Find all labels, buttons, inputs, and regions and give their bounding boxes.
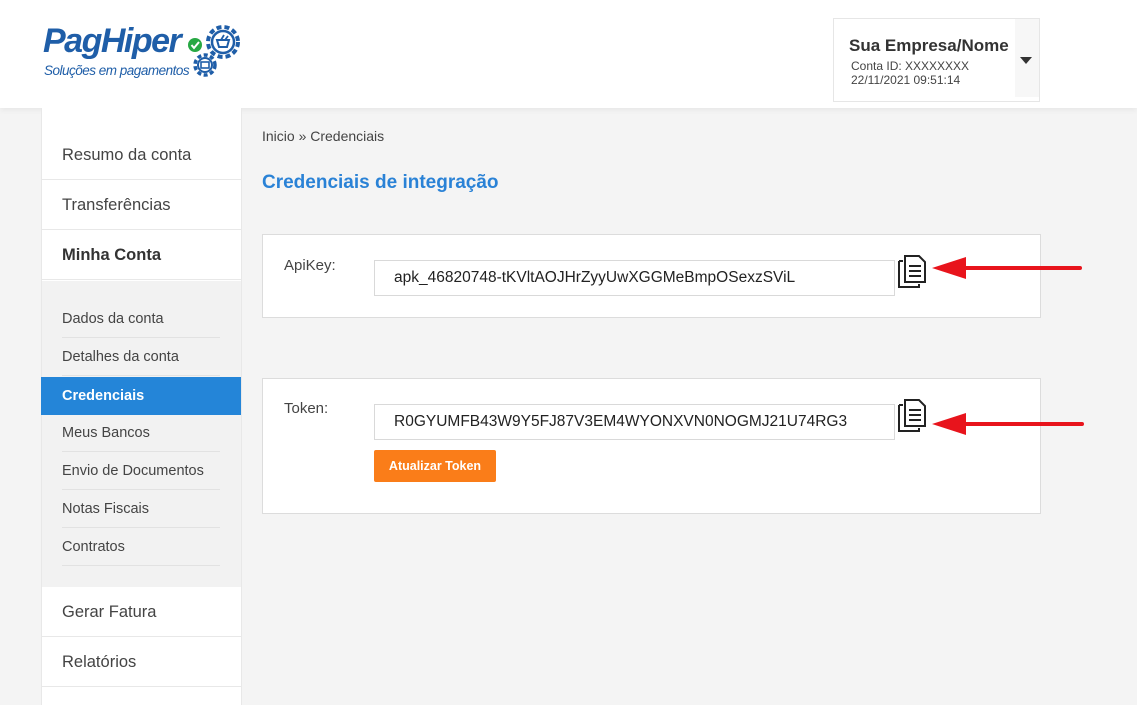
top-header: PagHiper Soluções em pagamentos Sua Empr… bbox=[0, 0, 1137, 108]
breadcrumb: Inicio » Credenciais bbox=[262, 128, 385, 144]
sidebar-subitem-documentos[interactable]: Envio de Documentos bbox=[62, 452, 220, 490]
apikey-card: ApiKey: apk_46820748-tKVltAOJHrZyyUwXGGM… bbox=[262, 234, 1041, 318]
annotation-arrow-icon bbox=[932, 257, 1082, 279]
paghiper-logo[interactable]: PagHiper Soluções em pagamentos bbox=[43, 20, 253, 82]
account-datetime: 22/11/2021 09:51:14 bbox=[851, 73, 961, 87]
token-label: Token: bbox=[284, 400, 329, 417]
sidebar-item-gerar-fatura[interactable]: Gerar Fatura bbox=[42, 587, 241, 637]
update-token-button[interactable]: Atualizar Token bbox=[374, 450, 496, 482]
logo-wordmark: PagHiper bbox=[43, 22, 182, 60]
sidebar-item-resumo[interactable]: Resumo da conta bbox=[42, 130, 241, 180]
caret-down-icon[interactable] bbox=[1015, 19, 1039, 97]
logo-tagline: Soluções em pagamentos bbox=[44, 63, 190, 78]
copy-document-icon[interactable] bbox=[897, 254, 927, 288]
sidebar-subitem-notas[interactable]: Notas Fiscais bbox=[62, 490, 220, 528]
account-menu[interactable]: Sua Empresa/Nome Conta ID: XXXXXXXX 22/1… bbox=[833, 18, 1040, 102]
apikey-field[interactable]: apk_46820748-tKVltAOJHrZyyUwXGGMeBmpOSex… bbox=[374, 260, 895, 296]
gears-icon bbox=[188, 25, 240, 77]
sidebar-subitem-credenciais[interactable]: Credenciais bbox=[41, 377, 241, 415]
account-name: Sua Empresa/Nome bbox=[849, 36, 1009, 55]
account-id: Conta ID: XXXXXXXX bbox=[851, 59, 970, 73]
token-field[interactable]: R0GYUMFB43W9Y5FJ87V3EM4WYONXVN0NOGMJ21U7… bbox=[374, 404, 895, 440]
sidebar-submenu: Dados da conta Detalhes da conta Credenc… bbox=[41, 281, 241, 588]
sidebar-subitem-contratos[interactable]: Contratos bbox=[62, 528, 220, 566]
sidebar-item-minha-conta[interactable]: Minha Conta bbox=[42, 230, 241, 280]
annotation-arrow-icon bbox=[932, 413, 1084, 435]
sidebar: Resumo da conta Transferências Minha Con… bbox=[41, 108, 242, 705]
sidebar-subitem-dados[interactable]: Dados da conta bbox=[62, 300, 220, 338]
copy-document-icon[interactable] bbox=[897, 398, 927, 432]
sidebar-subitem-bancos[interactable]: Meus Bancos bbox=[62, 414, 220, 452]
sidebar-subitem-detalhes[interactable]: Detalhes da conta bbox=[62, 338, 220, 376]
sidebar-item-relatorios[interactable]: Relatórios bbox=[42, 637, 241, 687]
apikey-label: ApiKey: bbox=[284, 257, 336, 274]
page-title: Credenciais de integração bbox=[262, 172, 499, 193]
token-card: Token: R0GYUMFB43W9Y5FJ87V3EM4WYONXVN0NO… bbox=[262, 378, 1041, 514]
sidebar-item-transferencias[interactable]: Transferências bbox=[42, 180, 241, 230]
